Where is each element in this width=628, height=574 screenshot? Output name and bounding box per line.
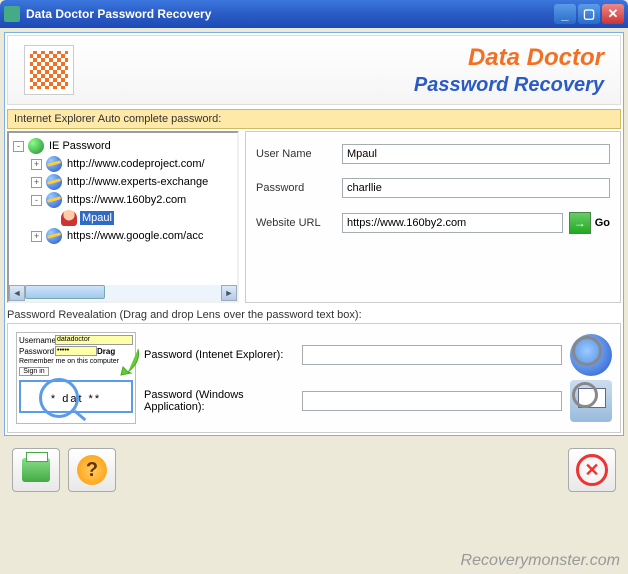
tree-selected-user[interactable]: Mpaul	[80, 211, 114, 225]
tree-expand-icon[interactable]: +	[31, 231, 42, 242]
ie-icon	[46, 174, 62, 190]
tree-collapse-icon[interactable]: -	[13, 141, 24, 152]
lens-demo[interactable]: Usernamedatadoctor Password•••••Drag Rem…	[16, 332, 136, 424]
scroll-right-icon[interactable]: ►	[221, 285, 237, 301]
horizontal-scrollbar[interactable]: ◄ ►	[9, 285, 237, 301]
win-password-input[interactable]	[302, 391, 562, 411]
titlebar: Data Doctor Password Recovery _ ▢ ✕	[0, 0, 628, 28]
reveal-section-label: Password Revealation (Drag and drop Lens…	[7, 309, 621, 321]
minimize-button[interactable]: _	[554, 4, 576, 24]
maximize-button[interactable]: ▢	[578, 4, 600, 24]
go-button[interactable]: →	[569, 212, 591, 234]
help-icon: ?	[77, 455, 107, 485]
password-tree[interactable]: - IE Password + http://www.codeproject.c…	[7, 131, 239, 303]
reveal-panel: Usernamedatadoctor Password•••••Drag Rem…	[7, 323, 621, 433]
save-icon	[22, 458, 50, 482]
header-subtitle: Password Recovery	[414, 74, 604, 97]
tree-item-label[interactable]: http://www.experts-exchange	[65, 175, 210, 189]
globe-icon	[28, 138, 44, 154]
password-label: Password	[256, 182, 342, 194]
tree-item-label[interactable]: https://www.160by2.com	[65, 193, 188, 207]
header-title: Data Doctor	[414, 44, 604, 72]
watermark: Recoverymonster.com	[461, 552, 620, 570]
credentials-panel: User Name Password Website URL → Go	[245, 131, 621, 303]
ie-lens-icon[interactable]	[570, 334, 612, 376]
ie-password-label: Password (Intenet Explorer):	[144, 349, 302, 361]
scroll-thumb[interactable]	[25, 285, 105, 299]
tree-item-label[interactable]: http://www.codeproject.com/	[65, 157, 207, 171]
save-button[interactable]	[12, 448, 60, 492]
main-panel: - IE Password + http://www.codeproject.c…	[7, 131, 621, 303]
user-icon	[61, 210, 77, 226]
go-label: Go	[595, 217, 610, 229]
cancel-icon: ✕	[576, 454, 608, 486]
cancel-button[interactable]: ✕	[568, 448, 616, 492]
win-password-label: Password (Windows Application):	[144, 389, 302, 413]
tree-root-label[interactable]: IE Password	[47, 139, 113, 153]
url-input[interactable]	[342, 213, 563, 233]
section-ie-label: Internet Explorer Auto complete password…	[7, 109, 621, 129]
username-label: User Name	[256, 148, 342, 160]
ie-icon	[46, 192, 62, 208]
ie-password-input[interactable]	[302, 345, 562, 365]
tree-expand-icon[interactable]: +	[31, 159, 42, 170]
username-input[interactable]	[342, 144, 610, 164]
drag-arrow-icon	[113, 347, 143, 377]
password-input[interactable]	[342, 178, 610, 198]
tree-collapse-icon[interactable]: -	[31, 195, 42, 206]
tree-expand-icon[interactable]: +	[31, 177, 42, 188]
header-banner: Data Doctor Password Recovery	[7, 35, 621, 105]
scroll-left-icon[interactable]: ◄	[9, 285, 25, 301]
main-frame: Data Doctor Password Recovery Internet E…	[4, 32, 624, 436]
pc-lens-icon[interactable]	[570, 380, 612, 422]
url-label: Website URL	[256, 217, 342, 229]
logo-icon	[24, 45, 74, 95]
close-button[interactable]: ✕	[602, 4, 624, 24]
bottom-toolbar: ? ✕	[0, 440, 628, 500]
tree-item-label[interactable]: https://www.google.com/acc	[65, 229, 205, 243]
magnify-preview: * dat **	[19, 380, 133, 413]
help-button[interactable]: ?	[68, 448, 116, 492]
window-title: Data Doctor Password Recovery	[26, 7, 552, 21]
ie-icon	[46, 156, 62, 172]
ie-icon	[46, 228, 62, 244]
app-icon	[4, 6, 20, 22]
